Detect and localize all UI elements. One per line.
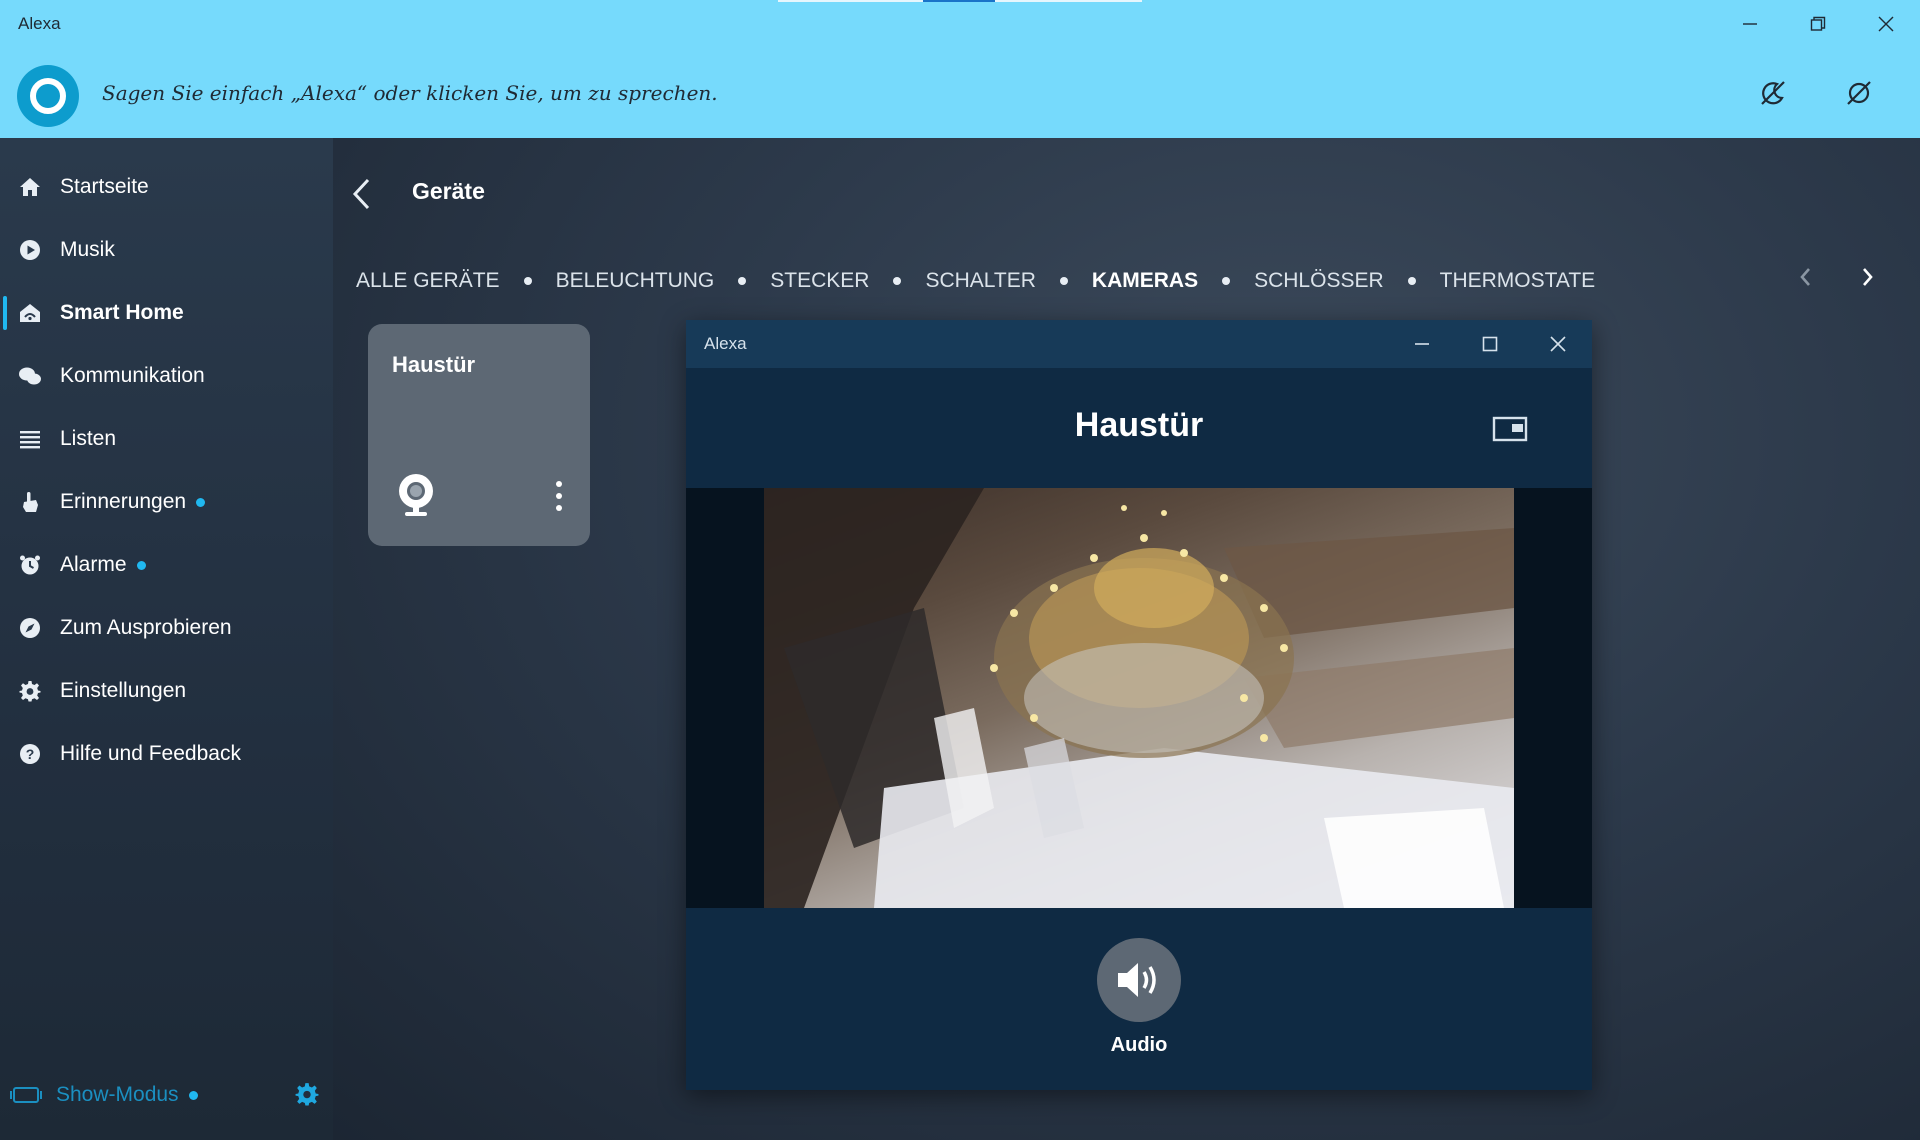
loading-indicator [778, 0, 1142, 2]
home-icon [18, 175, 42, 199]
sidebar-item-label: Smart Home [60, 301, 184, 324]
gear-icon [295, 1083, 319, 1106]
tab-beleuchtung[interactable]: BELEUCHTUNG [556, 269, 715, 293]
sidebar-item-einstellungen[interactable]: Einstellungen [0, 668, 333, 714]
window-title: Alexa [18, 14, 61, 33]
chevron-right-icon [1863, 268, 1873, 286]
popup-window-controls [1388, 320, 1592, 368]
camera-popup-window: Alexa Haustür Audio [686, 320, 1592, 1090]
webcam-icon [396, 472, 436, 523]
tab-alle-geraete[interactable]: ALLE GERÄTE [356, 269, 500, 293]
sidebar-item-hilfe-und-feedback[interactable]: ? Hilfe und Feedback [0, 731, 333, 777]
popup-window-title: Alexa [704, 334, 747, 353]
help-icon: ? [18, 742, 42, 766]
picture-in-picture-icon [1492, 416, 1528, 442]
mic-off-button[interactable] [1844, 78, 1874, 108]
sidebar-item-label: Einstellungen [60, 679, 187, 702]
popup-titlebar: Alexa [686, 320, 1592, 368]
restore-button[interactable] [1784, 0, 1852, 48]
tab-separator [738, 277, 747, 285]
chat-bubbles-icon [18, 364, 42, 388]
alexa-ring-icon[interactable] [17, 65, 79, 127]
device-category-tabs: ALLE GERÄTE BELEUCHTUNG STECKER SCHALTER… [356, 266, 1595, 296]
sidebar-item-kommunikation[interactable]: Kommunikation [0, 353, 333, 399]
speaker-icon [1118, 963, 1156, 997]
popup-maximize-button[interactable] [1456, 320, 1524, 368]
show-mode-icon [10, 1087, 42, 1103]
picture-in-picture-button[interactable] [1492, 416, 1528, 447]
minimize-icon [1743, 23, 1757, 25]
page-title: Geräte [412, 178, 485, 204]
show-mode-settings-button[interactable] [295, 1082, 319, 1111]
notification-dot [136, 560, 146, 570]
tab-stecker[interactable]: STECKER [770, 269, 869, 293]
device-name: Haustür [392, 352, 476, 377]
restore-icon [1810, 16, 1826, 31]
app-header: Alexa Sagen Sie einfach „Alexa“ oder kli… [0, 0, 1920, 138]
moon-slash-icon [1761, 81, 1785, 105]
tab-separator [1222, 277, 1231, 285]
tab-separator [893, 277, 902, 285]
do-not-disturb-button[interactable] [1758, 78, 1788, 108]
sidebar-item-startseite[interactable]: Startseite [0, 164, 333, 210]
audio-button[interactable] [1097, 938, 1181, 1022]
alarm-clock-icon [18, 553, 42, 577]
tab-schalter[interactable]: SCHALTER [925, 269, 1035, 293]
camera-live-feed [764, 488, 1514, 908]
close-icon [1878, 16, 1894, 32]
sidebar-item-label: Kommunikation [60, 364, 205, 387]
minimize-button[interactable] [1716, 0, 1784, 48]
popup-minimize-button[interactable] [1388, 320, 1456, 368]
sidebar-item-listen[interactable]: Listen [0, 416, 333, 462]
play-icon [18, 238, 42, 262]
sidebar-item-zum-ausprobieren[interactable]: Zum Ausprobieren [0, 605, 333, 651]
tab-separator [1059, 277, 1068, 285]
sidebar-item-label: Musik [60, 238, 115, 261]
maximize-icon [1482, 336, 1498, 352]
tab-separator [523, 277, 532, 285]
svg-text:?: ? [26, 746, 35, 762]
notification-dot [196, 497, 206, 507]
smart-home-icon [18, 301, 42, 325]
back-button[interactable] [350, 176, 374, 212]
tab-thermostate[interactable]: THERMOSTATE [1440, 269, 1596, 293]
sidebar-item-label: Alarme [60, 553, 146, 577]
sidebar-item-label: Zum Ausprobieren [60, 616, 232, 639]
close-icon [1550, 336, 1566, 352]
popup-close-button[interactable] [1524, 320, 1592, 368]
mic-off-icon [1847, 81, 1871, 105]
device-card-haustuer[interactable]: Haustür [368, 324, 590, 546]
minimize-icon [1415, 343, 1429, 345]
sidebar-item-label: Listen [60, 427, 117, 450]
tab-kameras[interactable]: KAMERAS [1092, 269, 1198, 293]
chevron-left-icon [1800, 268, 1810, 286]
reminder-hand-icon [18, 490, 42, 514]
tabs-next-button[interactable] [1855, 264, 1879, 290]
sidebar-item-erinnerungen[interactable]: Erinnerungen [0, 479, 333, 525]
sidebar-item-smart-home[interactable]: Smart Home [0, 290, 333, 336]
sidebar-item-musik[interactable]: Musik [0, 227, 333, 273]
tabs-prev-button[interactable] [1794, 264, 1818, 290]
close-button[interactable] [1852, 0, 1920, 48]
sidebar-item-label: Hilfe und Feedback [60, 742, 241, 765]
camera-name-heading: Haustür [1074, 406, 1204, 444]
tab-schloesser[interactable]: SCHLÖSSER [1254, 269, 1384, 293]
show-mode-label: Show-Modus [56, 1083, 179, 1106]
camera-video-area [686, 488, 1592, 908]
gear-icon [18, 679, 42, 703]
voice-prompt[interactable]: Sagen Sie einfach „Alexa“ oder klicken S… [102, 81, 718, 105]
window-controls [1716, 0, 1920, 48]
audio-label: Audio [1110, 1034, 1168, 1056]
list-icon [18, 427, 42, 451]
sidebar-item-label: Erinnerungen [60, 490, 206, 514]
sidebar-item-alarme[interactable]: Alarme [0, 542, 333, 588]
more-vertical-icon[interactable] [554, 480, 564, 517]
show-mode-button[interactable]: Show-Modus [10, 1078, 198, 1112]
compass-icon [18, 616, 42, 640]
sidebar-item-label: Startseite [60, 175, 149, 198]
notification-dot [188, 1090, 198, 1100]
chevron-left-icon [352, 178, 370, 210]
tab-separator [1407, 277, 1416, 285]
